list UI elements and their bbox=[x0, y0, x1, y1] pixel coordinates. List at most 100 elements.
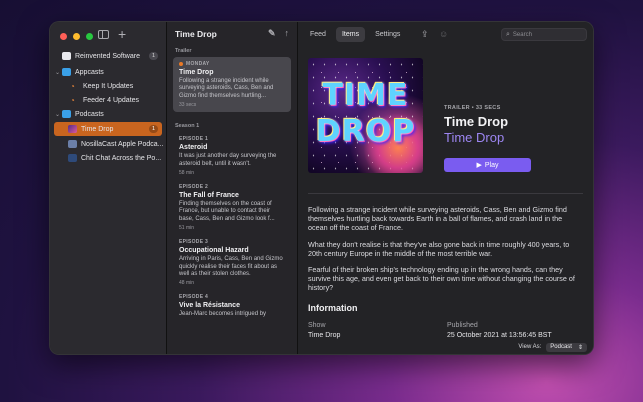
search-input[interactable]: Search bbox=[513, 32, 532, 38]
sidebar-item-chit-chat[interactable]: Chit Chat Across the Po... bbox=[50, 151, 166, 165]
sidebar-item-label: Chit Chat Across the Po... bbox=[81, 154, 162, 162]
compose-icon[interactable]: ✎ bbox=[268, 28, 276, 39]
episode-title: Time Drop bbox=[444, 114, 509, 129]
folder-icon bbox=[62, 68, 71, 76]
info-published-value: 25 October 2021 at 13:56:45 BST bbox=[447, 332, 552, 339]
window-controls bbox=[60, 33, 93, 40]
podcast-artwork-icon bbox=[68, 140, 77, 148]
episode-duration: 51 min bbox=[179, 225, 195, 232]
search-icon: ⌕ bbox=[506, 30, 510, 38]
tab-bar: Feed Items Settings bbox=[304, 27, 406, 42]
description-paragraph: Following a strange incident while surve… bbox=[308, 205, 567, 233]
play-label: Play bbox=[484, 161, 499, 169]
episode-title: Time Drop bbox=[179, 69, 214, 76]
episode-kicker: EPISODE 2 bbox=[179, 184, 209, 191]
view-as-select[interactable]: Podcast ⇕ bbox=[546, 342, 587, 352]
episode-kicker: EPISODE 4 bbox=[179, 294, 209, 301]
sidebar-item-podcasts[interactable]: ⌄ Podcasts bbox=[50, 107, 166, 121]
zoom-button[interactable] bbox=[86, 33, 93, 40]
unplayed-dot-icon bbox=[179, 62, 183, 66]
sidebar-item-time-drop[interactable]: Time Drop 1 bbox=[54, 122, 162, 136]
episode-duration: 58 min bbox=[179, 170, 195, 177]
divider bbox=[308, 193, 583, 194]
show-link[interactable]: Time Drop bbox=[444, 130, 504, 145]
sidebar-item-label: Time Drop bbox=[81, 125, 114, 133]
episode-description: Arriving in Paris, Cass, Ben and Gizmo q… bbox=[179, 256, 283, 278]
play-button[interactable]: ▶ Play bbox=[444, 158, 531, 172]
sidebar: + Reinvented Software 1 ⌄ Appcasts ◔ Kee… bbox=[50, 22, 167, 354]
episode-title: Asteroid bbox=[179, 144, 208, 152]
upload-arrow-icon[interactable]: ↑ bbox=[285, 28, 290, 39]
chevron-down-icon[interactable]: ⌄ bbox=[55, 111, 60, 118]
share-icon[interactable]: ⇪ bbox=[421, 29, 429, 40]
close-button[interactable] bbox=[60, 33, 67, 40]
list-item[interactable]: MONDAY Time Drop Following a strange inc… bbox=[173, 57, 291, 113]
episode-title: The Fall of France bbox=[179, 192, 239, 200]
folder-icon bbox=[62, 110, 71, 118]
play-icon: ▶ bbox=[476, 162, 482, 169]
episode-description: Jean-Marc becomes intrigued by bbox=[179, 311, 267, 318]
sidebar-item-nosillacast[interactable]: NosillaCast Apple Podca... bbox=[50, 137, 166, 151]
sidebar-toggle-icon[interactable] bbox=[98, 30, 109, 39]
info-show-value: Time Drop bbox=[308, 332, 341, 339]
sidebar-item-appcasts[interactable]: ⌄ Appcasts bbox=[50, 65, 166, 79]
footer-bar: View As: Podcast ⇕ bbox=[298, 340, 593, 354]
episode-description: Following a strange incident while surve… bbox=[179, 78, 274, 99]
artwork-word-time: TIME bbox=[322, 78, 409, 113]
tab-feed[interactable]: Feed bbox=[304, 27, 332, 42]
episode-kicker: EPISODE 3 bbox=[179, 239, 209, 246]
sidebar-item-keep-it-updates[interactable]: ◔ Keep It Updates bbox=[50, 79, 166, 93]
podcast-artwork: TIME DROP bbox=[308, 58, 423, 173]
sidebar-item-label: Keep It Updates bbox=[83, 82, 134, 90]
sidebar-item-label: Feeder 4 Updates bbox=[83, 96, 140, 104]
list-item[interactable]: EPISODE 3 Occupational Hazard Arriving i… bbox=[173, 235, 291, 290]
info-published-label: Published bbox=[447, 322, 478, 329]
episode-duration: 33 secs bbox=[179, 102, 197, 109]
episode-list-pane: Time Drop ✎ ↑ Trailer MONDAY Time Drop F… bbox=[167, 22, 298, 354]
sidebar-item-reinvented-software[interactable]: Reinvented Software 1 bbox=[50, 49, 166, 63]
description-paragraph: Fearful of their broken ship's technolog… bbox=[308, 265, 575, 293]
artwork-word-drop: DROP bbox=[315, 114, 416, 149]
list-header: Time Drop ✎ ↑ bbox=[167, 22, 297, 45]
episode-title: Occupational Hazard bbox=[179, 247, 249, 255]
episode-description-body: Following a strange incident while surve… bbox=[308, 205, 579, 300]
updown-chevron-icon: ⇕ bbox=[577, 344, 583, 351]
list-title: Time Drop bbox=[175, 28, 217, 39]
app-icon bbox=[62, 52, 71, 60]
episode-description: Finding themselves on the coast of Franc… bbox=[179, 201, 275, 222]
episode-duration: 48 min bbox=[179, 280, 195, 287]
episode-description: It was just another day surveying the as… bbox=[179, 153, 277, 167]
sidebar-item-label: Reinvented Software bbox=[75, 52, 140, 60]
information-heading: Information bbox=[308, 303, 358, 313]
episode-kicker: EPISODE 1 bbox=[179, 136, 209, 143]
chevron-down-icon[interactable]: ⌄ bbox=[55, 69, 60, 76]
sidebar-item-label: NosillaCast Apple Podca... bbox=[81, 140, 164, 148]
detail-pane: Feed Items Settings ⇪ ☺ ⌕ Search TIME DR… bbox=[298, 22, 593, 354]
section-header-trailer: Trailer bbox=[175, 48, 192, 54]
unread-badge: 1 bbox=[148, 125, 158, 133]
episode-kicker: MONDAY bbox=[186, 61, 210, 67]
view-as-value: Podcast bbox=[550, 343, 572, 350]
list-item[interactable]: EPISODE 1 Asteroid It was just another d… bbox=[173, 132, 291, 180]
section-header-season: Season 1 bbox=[175, 123, 200, 130]
information-grid: Show Time Drop Published 25 October 2021… bbox=[308, 322, 583, 342]
tab-items[interactable]: Items bbox=[335, 27, 366, 42]
info-show-label: Show bbox=[308, 322, 326, 329]
source-list: Reinvented Software 1 ⌄ Appcasts ◔ Keep … bbox=[50, 49, 166, 165]
episode-kicker: TRAILER • 33 SECS bbox=[444, 105, 501, 111]
view-as-label: View As: bbox=[518, 344, 542, 350]
minimize-button[interactable] bbox=[73, 33, 80, 40]
description-paragraph: What they don't realise is that they've … bbox=[308, 239, 570, 258]
episode-title: Vive la Résistance bbox=[179, 302, 240, 310]
search-field[interactable]: ⌕ Search bbox=[501, 28, 587, 41]
sidebar-item-feeder-4-updates[interactable]: ◔ Feeder 4 Updates bbox=[50, 93, 166, 107]
person-icon[interactable]: ☺ bbox=[439, 29, 448, 39]
unread-badge: 1 bbox=[148, 52, 158, 60]
rss-icon: ◔ bbox=[70, 96, 75, 105]
list-item[interactable]: EPISODE 2 The Fall of France Finding the… bbox=[173, 180, 291, 235]
list-item[interactable]: EPISODE 4 Vive la Résistance Jean-Marc b… bbox=[173, 290, 291, 322]
podcast-artwork-icon bbox=[68, 154, 77, 162]
tab-settings[interactable]: Settings bbox=[369, 27, 406, 42]
add-icon[interactable]: + bbox=[118, 26, 126, 42]
sidebar-item-label: Appcasts bbox=[75, 68, 104, 76]
